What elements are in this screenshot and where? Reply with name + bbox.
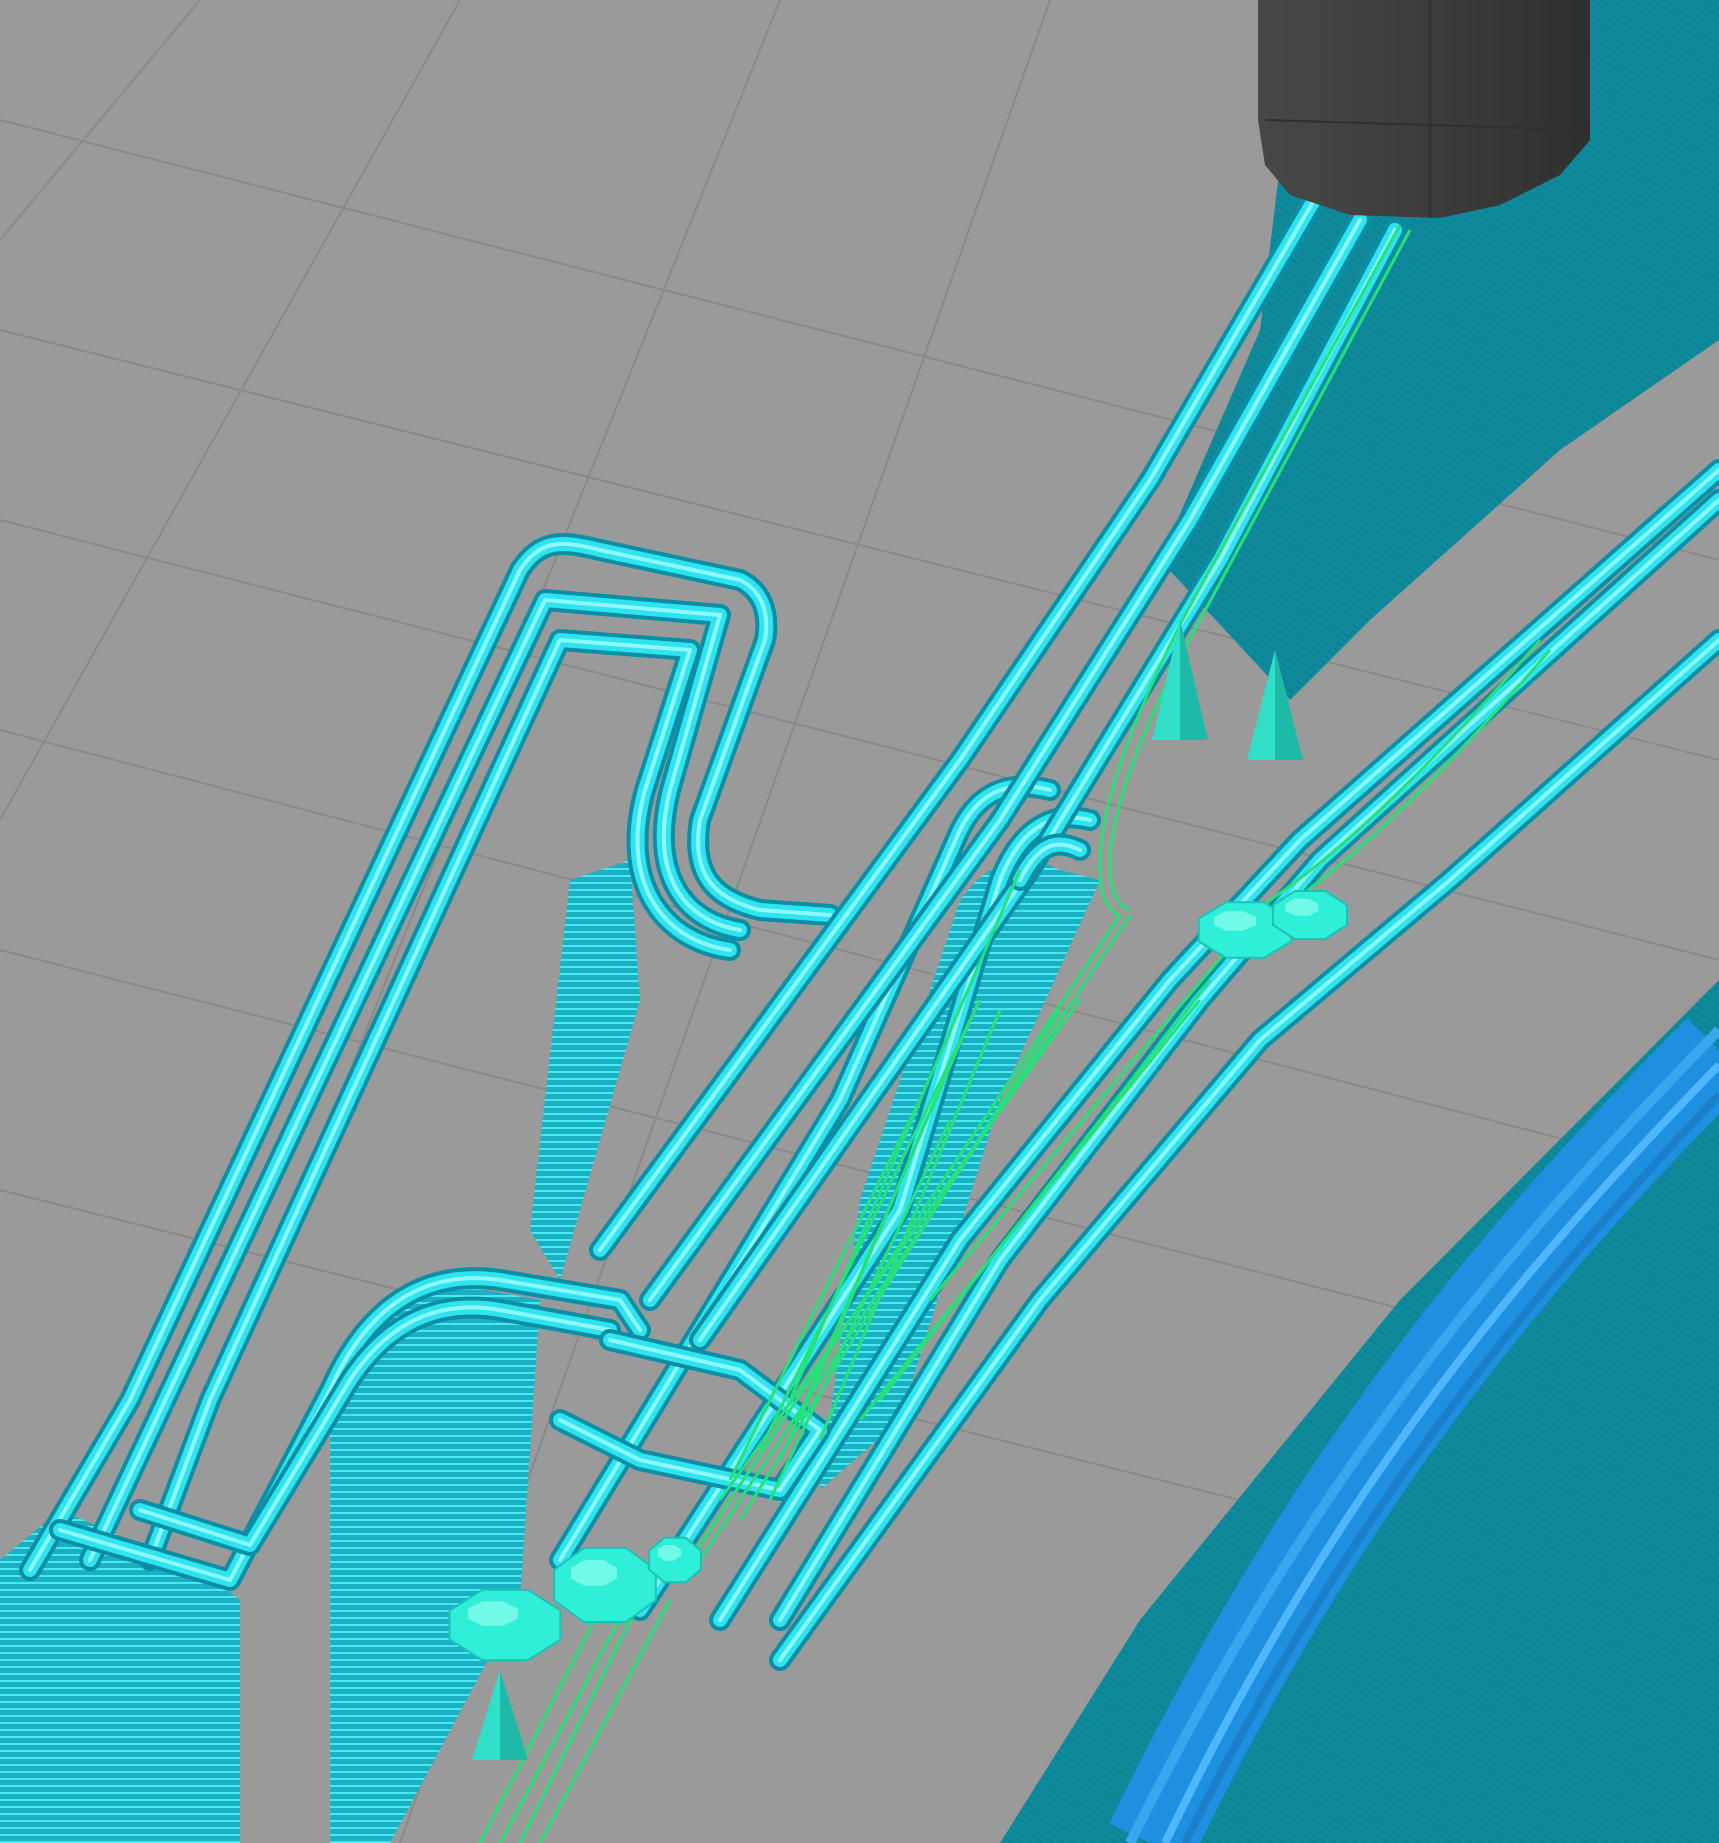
retraction-cone-shade [1180,620,1208,740]
retraction-marker-highlight [657,1545,681,1561]
grid-line [0,0,201,242]
retraction-marker-highlight [468,1601,518,1626]
retraction-marker-highlight [1214,911,1256,931]
retraction-marker-highlight [571,1560,617,1586]
retraction-cone-shade [500,1670,528,1760]
scene-canvas[interactable] [0,0,1719,1843]
gcode-preview-viewport[interactable] [0,0,1719,1843]
grid-line [0,0,461,821]
retraction-marker-highlight [1285,898,1319,916]
